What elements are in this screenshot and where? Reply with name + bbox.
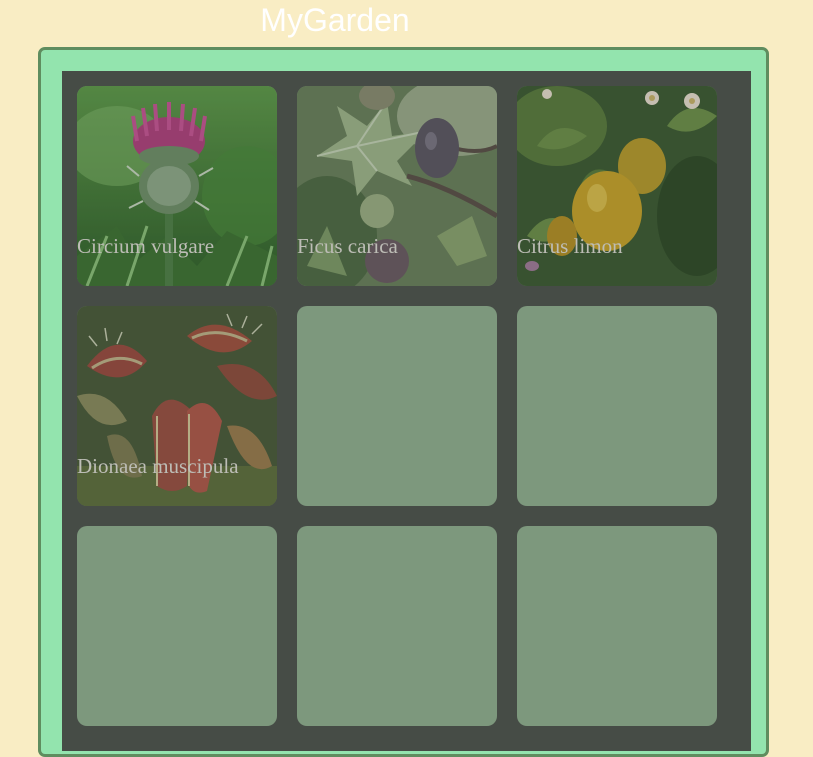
empty-plant-slot[interactable] — [297, 526, 497, 726]
plant-name: Citrus limon — [517, 234, 623, 258]
plant-slot-2[interactable]: Citrus limon — [517, 86, 717, 286]
garden-board: Circium vulgare Ficus carica Citrus limo… — [62, 71, 751, 751]
empty-plant-slot[interactable] — [517, 526, 717, 726]
plant-slot-1[interactable]: Ficus carica — [297, 86, 497, 286]
plant-slot-3[interactable]: Dionaea muscipula — [77, 306, 277, 506]
plant-slot-0[interactable]: Circium vulgare — [77, 86, 277, 286]
empty-plant-slot[interactable] — [77, 526, 277, 726]
app-title: MyGarden — [260, 2, 410, 38]
empty-plant-slot[interactable] — [297, 306, 497, 506]
empty-plant-slot[interactable] — [517, 306, 717, 506]
plant-name: Ficus carica — [297, 234, 398, 258]
plant-name: Dionaea muscipula — [77, 454, 239, 478]
plant-name: Circium vulgare — [77, 234, 215, 258]
